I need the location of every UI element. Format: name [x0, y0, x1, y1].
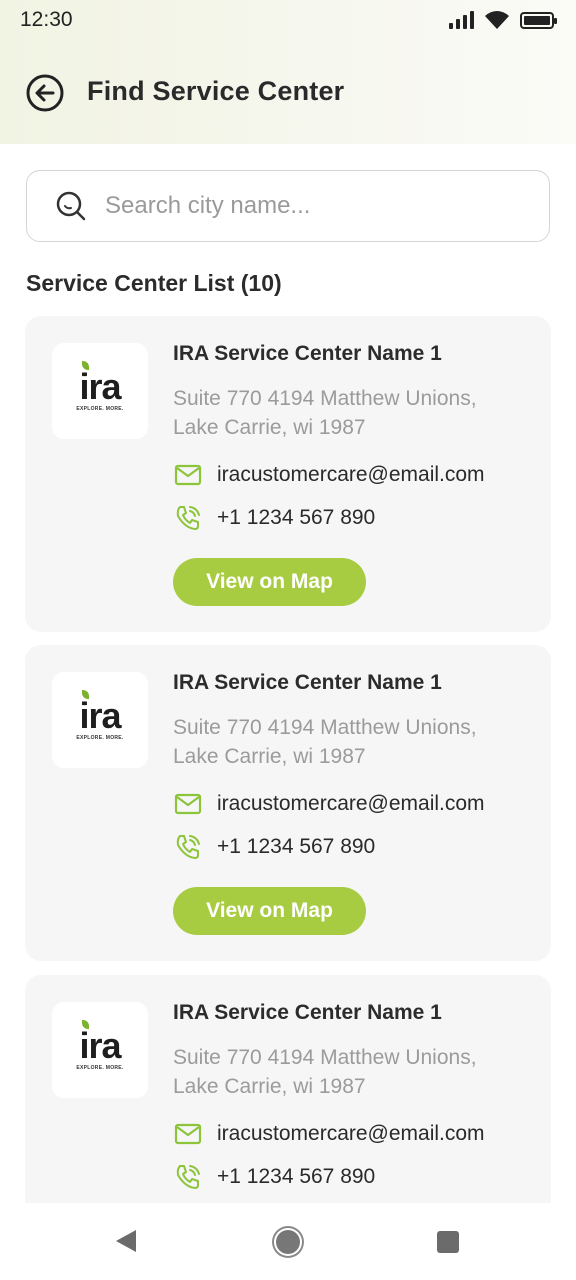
logo-wordmark: ira: [79, 690, 122, 734]
back-button[interactable]: [25, 73, 65, 113]
service-center-card: ira EXPLORE. MORE. IRA Service Center Na…: [25, 645, 551, 961]
nav-back-icon[interactable]: [116, 1230, 136, 1252]
wifi-icon: [485, 11, 509, 29]
page-title: Find Service Center: [87, 76, 345, 106]
service-center-card: ira EXPLORE. MORE. IRA Service Center Na…: [25, 316, 551, 632]
center-phone: +1 1234 567 890: [217, 506, 376, 529]
email-row[interactable]: iracustomercare@email.com: [173, 460, 485, 490]
email-row[interactable]: iracustomercare@email.com: [173, 789, 485, 819]
address-line-1: Suite 770 4194 Matthew Unions,: [173, 716, 477, 739]
search-box[interactable]: [26, 170, 550, 242]
email-row[interactable]: iracustomercare@email.com: [173, 1119, 485, 1149]
center-email: iracustomercare@email.com: [217, 1122, 485, 1145]
center-address: Suite 770 4194 Matthew Unions, Lake Carr…: [173, 1043, 523, 1101]
system-nav-bar: [0, 1203, 576, 1280]
address-line-2: Lake Carrie, wi 1987: [173, 416, 366, 439]
view-on-map-button[interactable]: View on Map: [173, 887, 366, 935]
address-line-1: Suite 770 4194 Matthew Unions,: [173, 387, 477, 410]
mail-icon: [173, 1119, 203, 1149]
logo-wordmark: ira: [79, 361, 122, 405]
center-address: Suite 770 4194 Matthew Unions, Lake Carr…: [173, 384, 523, 442]
status-icons: [449, 10, 557, 30]
ira-logo: ira EXPLORE. MORE.: [52, 1002, 148, 1098]
list-heading: Service Center List (10): [26, 270, 282, 296]
ira-logo: ira EXPLORE. MORE.: [52, 672, 148, 768]
status-bar: 12:30: [0, 0, 576, 40]
phone-row[interactable]: +1 1234 567 890: [173, 503, 375, 533]
address-line-2: Lake Carrie, wi 1987: [173, 1075, 366, 1098]
address-line-2: Lake Carrie, wi 1987: [173, 745, 366, 768]
battery-icon: [520, 11, 557, 29]
center-phone: +1 1234 567 890: [217, 1165, 376, 1188]
search-input[interactable]: [105, 192, 505, 220]
phone-row[interactable]: +1 1234 567 890: [173, 1162, 375, 1192]
mail-icon: [173, 460, 203, 490]
center-name: IRA Service Center Name 1: [173, 342, 442, 365]
phone-icon: [173, 503, 203, 533]
status-time: 12:30: [20, 8, 73, 31]
ira-logo: ira EXPLORE. MORE.: [52, 343, 148, 439]
logo-wordmark: ira: [79, 1020, 122, 1064]
center-email: iracustomercare@email.com: [217, 792, 485, 815]
phone-icon: [173, 1162, 203, 1192]
nav-recents-icon[interactable]: [437, 1231, 459, 1253]
arrow-left-circle-icon: [26, 74, 64, 112]
app-header: Find Service Center: [0, 60, 576, 126]
center-address: Suite 770 4194 Matthew Unions, Lake Carr…: [173, 713, 523, 771]
view-on-map-button[interactable]: View on Map: [173, 558, 366, 606]
phone-icon: [173, 832, 203, 862]
address-line-1: Suite 770 4194 Matthew Unions,: [173, 1046, 477, 1069]
nav-home-icon[interactable]: [276, 1230, 300, 1254]
center-name: IRA Service Center Name 1: [173, 671, 442, 694]
phone-row[interactable]: +1 1234 567 890: [173, 832, 375, 862]
search-icon: [53, 188, 89, 224]
service-center-card: ira EXPLORE. MORE. IRA Service Center Na…: [25, 975, 551, 1203]
center-phone: +1 1234 567 890: [217, 835, 376, 858]
center-email: iracustomercare@email.com: [217, 463, 485, 486]
mail-icon: [173, 789, 203, 819]
center-name: IRA Service Center Name 1: [173, 1001, 442, 1024]
signal-icon: [449, 11, 474, 29]
